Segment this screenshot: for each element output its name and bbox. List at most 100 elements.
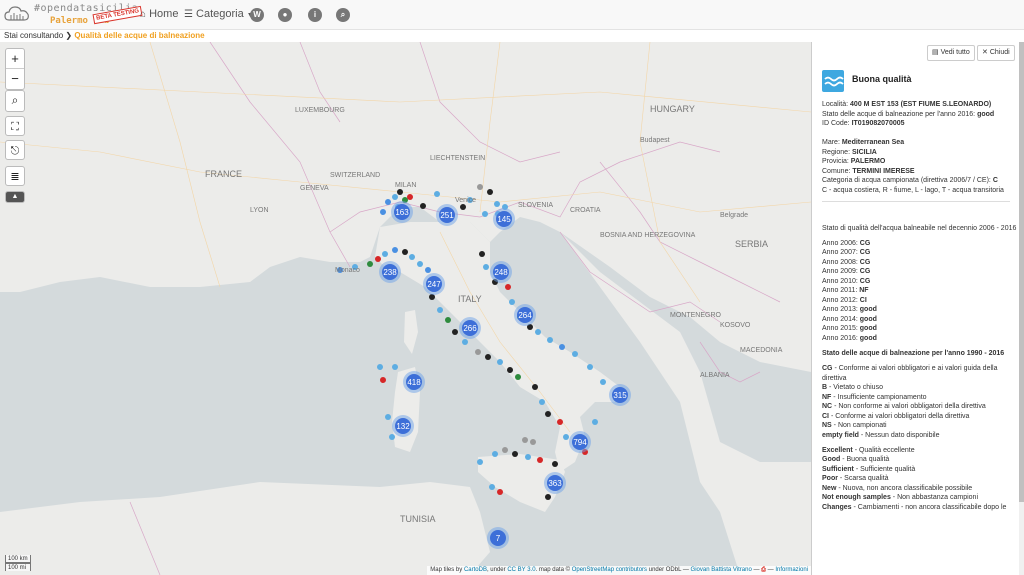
zoom-out-button[interactable]: − xyxy=(6,69,24,89)
point-nodata[interactable] xyxy=(532,384,538,390)
point-nodata[interactable] xyxy=(402,249,408,255)
point-good[interactable] xyxy=(563,434,569,440)
point-nodata[interactable] xyxy=(545,494,551,500)
point-good[interactable] xyxy=(462,339,468,345)
ccby-link[interactable]: CC BY 3.0 xyxy=(507,567,535,573)
point-notsampled[interactable] xyxy=(475,349,481,355)
cluster-marker[interactable]: 251 xyxy=(436,204,458,226)
cluster-marker[interactable]: 247 xyxy=(423,273,445,295)
point-poor[interactable] xyxy=(537,457,543,463)
search-icon[interactable]: ⌕ xyxy=(336,8,350,22)
point-good[interactable] xyxy=(382,251,388,257)
cluster-marker[interactable]: 315 xyxy=(609,384,631,406)
point-good[interactable] xyxy=(392,194,398,200)
point-good[interactable] xyxy=(587,364,593,370)
site-logo[interactable]: #opendatasicilia Palermo Hub BETA TESTIN… xyxy=(4,2,143,28)
point-poor[interactable] xyxy=(497,489,503,495)
point-good[interactable] xyxy=(392,247,398,253)
cluster-marker[interactable]: 238 xyxy=(379,261,401,283)
cluster-marker[interactable]: 794 xyxy=(569,431,591,453)
point-good[interactable] xyxy=(389,434,395,440)
chiudi-button[interactable]: ✕ Chiudi xyxy=(977,45,1015,61)
point-poor[interactable] xyxy=(380,377,386,383)
point-good[interactable] xyxy=(559,344,565,350)
point-nodata[interactable] xyxy=(485,354,491,360)
point-nodata[interactable] xyxy=(479,251,485,257)
cluster-marker[interactable]: 7 xyxy=(487,527,509,549)
point-notsampled[interactable] xyxy=(477,184,483,190)
breadcrumb-current[interactable]: Qualità delle acque di balneazione xyxy=(74,31,204,40)
point-nodata[interactable] xyxy=(460,204,466,210)
point-excellent[interactable] xyxy=(367,261,373,267)
point-good[interactable] xyxy=(509,299,515,305)
point-nodata[interactable] xyxy=(507,367,513,373)
zoom-in-button[interactable]: + xyxy=(6,49,24,69)
nav-categoria-dropdown[interactable]: ☰ Categoria ▼ xyxy=(184,8,254,20)
cluster-marker[interactable]: 418 xyxy=(403,371,425,393)
collapse-button[interactable]: ▲ xyxy=(5,191,25,203)
point-nodata[interactable] xyxy=(397,189,403,195)
point-good[interactable] xyxy=(477,459,483,465)
point-good[interactable] xyxy=(483,264,489,270)
point-excellent[interactable] xyxy=(515,374,521,380)
fullscreen-button[interactable]: ⛶ xyxy=(5,116,25,136)
point-good[interactable] xyxy=(385,199,391,205)
point-good[interactable] xyxy=(572,351,578,357)
point-notsampled[interactable] xyxy=(502,447,508,453)
map-view[interactable]: 163 251 145 238 247 248 264 266 418 132 … xyxy=(0,42,811,575)
point-good[interactable] xyxy=(377,364,383,370)
scrollbar-thumb[interactable] xyxy=(1019,42,1024,502)
point-good[interactable] xyxy=(592,419,598,425)
point-nodata[interactable] xyxy=(452,329,458,335)
point-poor[interactable] xyxy=(375,256,381,262)
cluster-marker[interactable]: 363 xyxy=(544,472,566,494)
point-good[interactable] xyxy=(539,399,545,405)
point-good[interactable] xyxy=(392,364,398,370)
cluster-marker[interactable]: 132 xyxy=(392,415,414,437)
point-excellent[interactable] xyxy=(445,317,451,323)
point-good[interactable] xyxy=(547,337,553,343)
point-nodata[interactable] xyxy=(545,411,551,417)
point-poor[interactable] xyxy=(407,194,413,200)
osm-link[interactable]: OpenStreetMap contributors xyxy=(572,567,647,573)
info-icon[interactable]: i xyxy=(308,8,322,22)
point-good[interactable] xyxy=(525,454,531,460)
point-good[interactable] xyxy=(437,307,443,313)
point-notsampled[interactable] xyxy=(530,439,536,445)
cluster-marker[interactable]: 163 xyxy=(391,201,413,223)
point-poor[interactable] xyxy=(505,284,511,290)
point-good[interactable] xyxy=(600,379,606,385)
search-map-button[interactable]: ⌕ xyxy=(5,90,25,112)
point-nodata[interactable] xyxy=(552,461,558,467)
vedi-tutto-button[interactable]: ▤ Vedi tutto xyxy=(927,45,975,61)
point-good[interactable] xyxy=(482,211,488,217)
point-good[interactable] xyxy=(380,209,386,215)
carto-link[interactable]: CartoDB xyxy=(464,567,487,573)
point-good[interactable] xyxy=(385,414,391,420)
point-good[interactable] xyxy=(434,191,440,197)
author-link[interactable]: Giovan Battista Vitrano xyxy=(691,567,752,573)
point-notsampled[interactable] xyxy=(522,437,528,443)
panel-scrollbar[interactable] xyxy=(1019,42,1024,575)
point-nodata[interactable] xyxy=(512,451,518,457)
cluster-marker[interactable]: 248 xyxy=(490,261,512,283)
point-good[interactable] xyxy=(425,267,431,273)
point-good[interactable] xyxy=(489,484,495,490)
point-good[interactable] xyxy=(497,359,503,365)
map-canvas[interactable]: 163 251 145 238 247 248 264 266 418 132 … xyxy=(0,42,811,575)
wikipedia-icon[interactable]: W xyxy=(250,8,264,22)
point-poor[interactable] xyxy=(557,419,563,425)
pdf-icon[interactable]: ⎙ xyxy=(761,567,766,573)
github-icon[interactable]: ● xyxy=(278,8,292,22)
point-good[interactable] xyxy=(417,261,423,267)
cluster-marker[interactable]: 264 xyxy=(514,304,536,326)
point-good[interactable] xyxy=(494,201,500,207)
point-nodata[interactable] xyxy=(487,189,493,195)
point-nodata[interactable] xyxy=(420,203,426,209)
point-good[interactable] xyxy=(535,329,541,335)
point-good[interactable] xyxy=(409,254,415,260)
nav-home[interactable]: ⌂ Home xyxy=(140,8,178,20)
cluster-marker[interactable]: 266 xyxy=(459,317,481,339)
share-button[interactable]: ⎋ xyxy=(5,140,25,160)
cluster-marker[interactable]: 145 xyxy=(493,208,515,230)
